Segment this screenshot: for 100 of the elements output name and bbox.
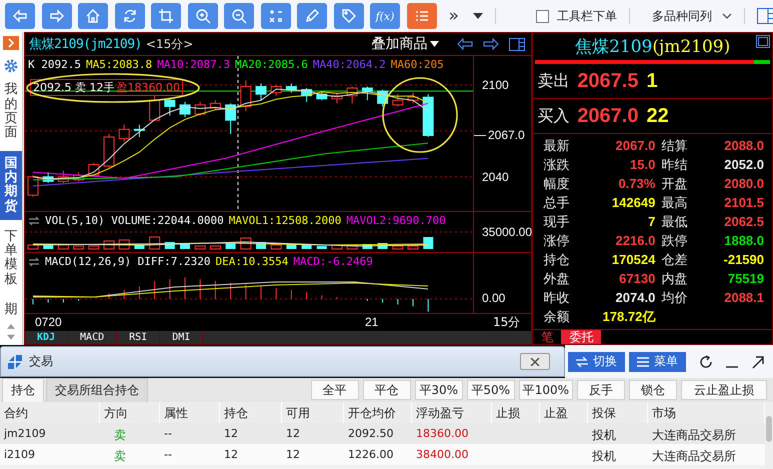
quote-label: 涨停 bbox=[542, 232, 570, 250]
toolbar-button[interactable] bbox=[334, 3, 364, 29]
volume-bar bbox=[73, 246, 84, 250]
layout-dropdown[interactable]: 多品种同列 bbox=[652, 8, 712, 24]
table-cell: 12 bbox=[220, 423, 282, 444]
legend-value: MA10:2087.3 bbox=[157, 58, 230, 71]
indicator-tab[interactable]: MACD bbox=[68, 332, 118, 343]
indicator-tab[interactable]: RSI bbox=[117, 332, 160, 343]
volume-bar bbox=[423, 237, 434, 249]
quote-value: 2080.0 bbox=[723, 176, 764, 191]
period-label: <15分> bbox=[146, 36, 194, 52]
action-button[interactable]: 平100% bbox=[518, 380, 573, 400]
volume-bar bbox=[302, 244, 312, 249]
close-button[interactable] bbox=[520, 353, 550, 370]
candlestick bbox=[118, 124, 130, 142]
crop-icon bbox=[158, 8, 174, 24]
quote-value: 2101.5 bbox=[723, 195, 764, 210]
swap-icon bbox=[576, 356, 588, 366]
volume-bar bbox=[346, 244, 358, 250]
action-button[interactable]: 锁仓 bbox=[629, 380, 677, 400]
legend-value: VOL(5,10) VOLUME:22044.0000 bbox=[44, 214, 224, 227]
column-header: 合约 bbox=[0, 402, 100, 423]
action-button[interactable]: 平仓 bbox=[362, 380, 411, 400]
maximize-icon bbox=[756, 35, 770, 48]
overlay-dropdown[interactable]: 叠加商品 bbox=[371, 35, 440, 53]
expand-button[interactable] bbox=[2, 36, 19, 50]
quote-label: 昨收 bbox=[542, 290, 570, 306]
toolbar-button[interactable] bbox=[224, 3, 254, 29]
quote-label: 最新 bbox=[542, 138, 570, 154]
toolbar-button[interactable] bbox=[406, 3, 436, 29]
volume-bar bbox=[362, 244, 372, 249]
toolbar-button[interactable] bbox=[260, 3, 290, 29]
checkbox[interactable] bbox=[536, 10, 549, 22]
tab[interactable]: 交易所组合持仓 bbox=[46, 378, 148, 402]
candlestick bbox=[407, 92, 418, 104]
quote-label: 开盘 bbox=[660, 176, 688, 192]
quote-label: 持仓 bbox=[542, 252, 570, 268]
legend-value: MACD(12,26,9) DIFF:7.2320 bbox=[44, 255, 211, 268]
close-icon bbox=[530, 358, 540, 366]
panel-tab[interactable]: 委托 bbox=[561, 330, 602, 344]
action-button[interactable]: 全平 bbox=[310, 380, 359, 400]
candlestick bbox=[73, 172, 84, 182]
toolbar-button[interactable] bbox=[297, 3, 327, 29]
action-button[interactable]: 云止盈止损 bbox=[681, 380, 767, 400]
action-button[interactable]: 平50% bbox=[466, 380, 515, 400]
quote-value: 67130 bbox=[618, 271, 656, 286]
pencil-icon bbox=[304, 8, 320, 24]
legend-value: MA20:2085.6 bbox=[235, 58, 308, 71]
action-button[interactable]: 反手 bbox=[577, 380, 625, 400]
table-cell: 12 bbox=[282, 423, 344, 444]
app-icon bbox=[7, 354, 23, 370]
chevron-right-icon bbox=[6, 38, 15, 48]
candlestick bbox=[270, 84, 282, 96]
quote-label: 总手 bbox=[542, 194, 570, 212]
volume-bar bbox=[392, 246, 404, 250]
candlestick bbox=[377, 89, 388, 107]
toolbar-button[interactable] bbox=[151, 3, 181, 29]
column-header: 开仓均价 bbox=[344, 402, 412, 423]
table-cell: 18360.00 bbox=[412, 423, 492, 444]
instrument-name: 焦煤2109 bbox=[575, 36, 652, 58]
sidebar-item[interactable]: 期 bbox=[0, 297, 22, 324]
column-header: 投保 bbox=[588, 402, 648, 423]
quote-label: 外盘 bbox=[542, 270, 570, 288]
refresh-icon bbox=[122, 8, 138, 24]
sidebar-item[interactable]: 我的页面 bbox=[0, 77, 22, 147]
menu-button[interactable]: 菜单 bbox=[629, 352, 686, 372]
legend-value: MA40:2064.2 bbox=[312, 58, 386, 71]
table-cell: -- bbox=[160, 423, 220, 444]
volume-bar bbox=[286, 244, 296, 249]
indicator-tab[interactable]: KDJ bbox=[24, 332, 68, 343]
quote-value: 2062.5 bbox=[723, 214, 764, 229]
arrow-right-icon bbox=[48, 8, 64, 24]
more-tools-button[interactable]: » bbox=[448, 6, 459, 26]
axis-label: 2040 bbox=[482, 170, 509, 184]
indicator-tab[interactable]: DMI bbox=[160, 332, 204, 343]
column-header: 浮动盈亏 bbox=[412, 402, 492, 423]
quote-label: 余额 bbox=[542, 308, 570, 326]
table-cell: 2092.50 bbox=[344, 423, 412, 444]
panel-tab[interactable]: 笔 bbox=[533, 330, 562, 344]
candlestick bbox=[134, 124, 145, 138]
quote-value: 2074.0 bbox=[614, 290, 656, 305]
toolbar-button[interactable] bbox=[78, 3, 108, 29]
tab[interactable]: 持仓 bbox=[2, 378, 44, 402]
toolbar-button[interactable] bbox=[5, 3, 35, 29]
volume-bar bbox=[331, 244, 342, 250]
toolbar-button[interactable] bbox=[188, 3, 218, 29]
toolbar-button[interactable] bbox=[114, 3, 144, 29]
volume-bar bbox=[407, 246, 418, 250]
quote-value: 2067.0 bbox=[614, 138, 656, 153]
sidebar-item[interactable]: 国内期货 bbox=[0, 150, 22, 220]
arrow-left-icon bbox=[457, 38, 474, 50]
arrow-up-right-icon bbox=[751, 354, 765, 368]
zoom-in-icon bbox=[194, 8, 210, 24]
arrow-right-icon bbox=[483, 38, 500, 50]
toolbar-button[interactable] bbox=[42, 3, 72, 29]
sidebar-item[interactable]: 下单模板 bbox=[0, 224, 22, 294]
switch-button[interactable]: 切换 bbox=[568, 352, 625, 372]
swap-icon bbox=[28, 216, 40, 226]
action-button[interactable]: 平30% bbox=[414, 380, 463, 400]
column-header: 止损 bbox=[492, 402, 540, 423]
